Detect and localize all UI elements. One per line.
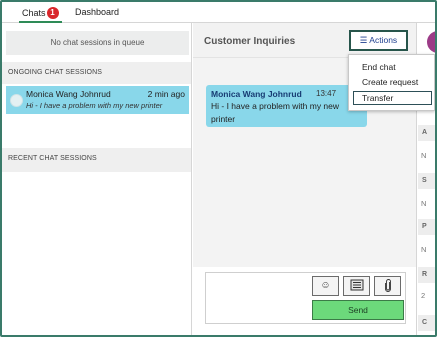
ongoing-sessions-header: ONGOING CHAT SESSIONS <box>2 62 191 84</box>
detail-value: N <box>421 199 427 208</box>
sessions-panel: No chat sessions in queue ONGOING CHAT S… <box>2 23 192 335</box>
avatar <box>10 94 23 107</box>
avatar <box>427 31 435 53</box>
detail-section-header: P <box>418 219 435 235</box>
message-sender: Monica Wang Johnrud <box>211 89 302 99</box>
menu-item-create-request[interactable]: Create request <box>353 75 432 89</box>
actions-menu: End chat Create request Transfer <box>348 54 435 111</box>
detail-section-header: S <box>418 173 435 189</box>
chat-header: Customer Inquiries ☰ Actions <box>193 23 416 58</box>
menu-item-end-chat[interactable]: End chat <box>353 60 432 74</box>
template-icon <box>350 279 363 291</box>
session-item[interactable]: Monica Wang Johnrud 2 min ago Hi - I hav… <box>6 86 189 114</box>
detail-section-header: R <box>418 267 435 283</box>
send-button[interactable]: Send <box>312 300 404 320</box>
chat-title: Customer Inquiries <box>204 36 296 47</box>
session-preview: Hi - I have a problem with my new printe… <box>26 101 163 110</box>
emoji-icon: ☺ <box>320 280 331 291</box>
tab-chats[interactable]: Chats 1 <box>19 7 62 23</box>
template-button[interactable] <box>343 276 370 296</box>
actions-button[interactable]: ☰ Actions <box>349 30 408 51</box>
detail-section-header: C <box>418 315 435 331</box>
detail-value: N <box>421 151 427 160</box>
message-time: 13:47 <box>316 89 337 98</box>
session-name: Monica Wang Johnrud <box>26 89 111 99</box>
detail-value: 2 <box>421 291 426 300</box>
message-input[interactable] <box>206 273 309 323</box>
session-time: 2 min ago <box>147 89 185 99</box>
emoji-button[interactable]: ☺ <box>312 276 339 296</box>
detail-value: N <box>421 245 427 254</box>
attach-button[interactable] <box>374 276 401 296</box>
app-window: Chats 1 Dashboard No chat sessions in que… <box>0 0 437 337</box>
message-bubble: Monica Wang Johnrud 13:47 Hi - I have a … <box>206 85 367 127</box>
detail-section-header: A <box>418 125 435 141</box>
message-text: Hi - I have a problem with my new printe… <box>211 101 340 124</box>
menu-item-transfer[interactable]: Transfer <box>353 91 432 105</box>
paperclip-icon <box>384 278 391 292</box>
unread-badge: 1 <box>46 7 59 19</box>
queue-empty-message: No chat sessions in queue <box>6 31 189 55</box>
composer: ☺ Send <box>205 272 406 324</box>
recent-sessions-header: RECENT CHAT SESSIONS <box>2 148 191 172</box>
tab-dashboard[interactable]: Dashboard <box>75 7 119 17</box>
tab-bar: Chats 1 Dashboard <box>2 2 435 23</box>
tab-chats-label: Chats <box>22 8 46 18</box>
